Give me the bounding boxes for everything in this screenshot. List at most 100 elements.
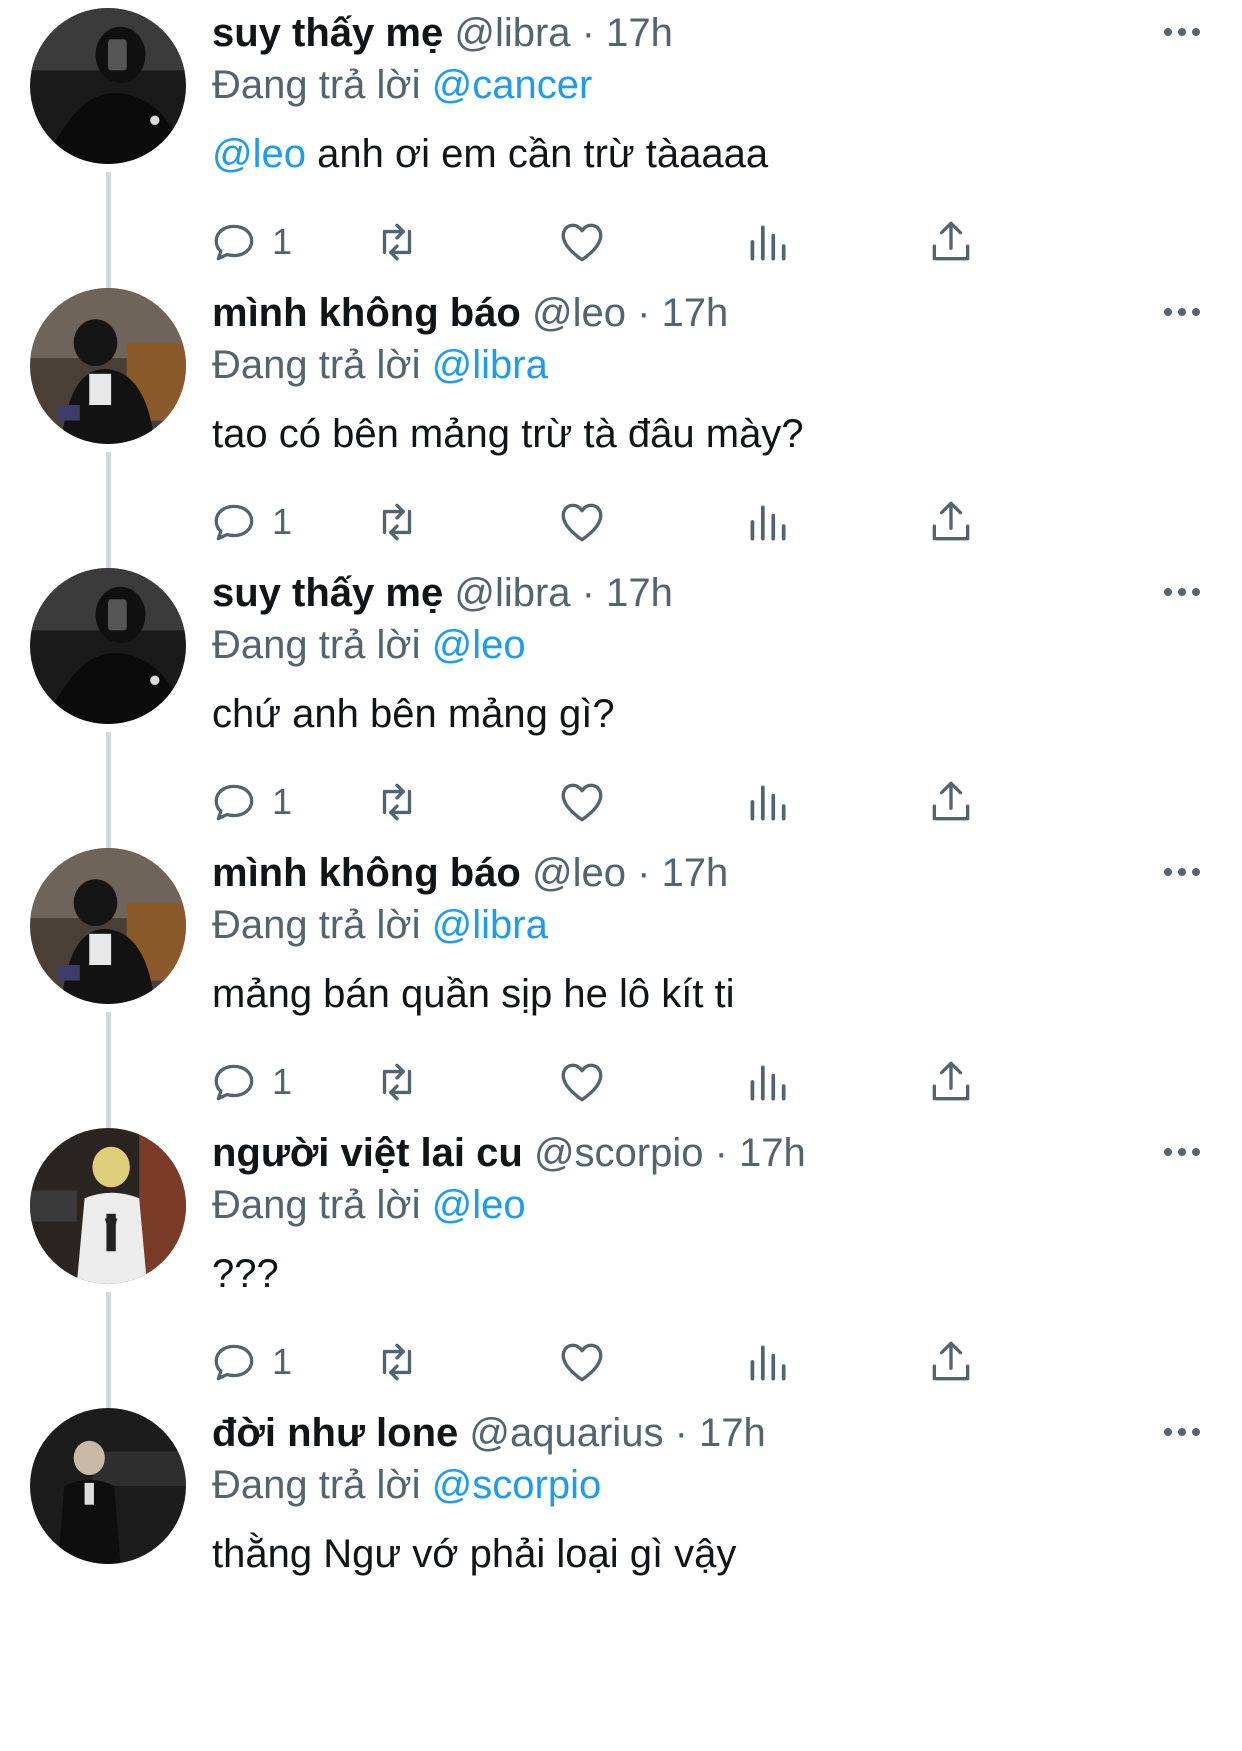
more-dots-icon[interactable] [1160, 18, 1204, 46]
reply-button[interactable]: 1 [210, 776, 292, 828]
display-name[interactable]: mình không báo [212, 851, 521, 895]
tweet[interactable]: mình không báo @leo · 17h Đang trả lời @… [0, 840, 1242, 1160]
more-dots-icon[interactable] [1160, 298, 1204, 326]
replying-to: Đang trả lời @libra [212, 340, 548, 390]
suited-man-avatar-image [30, 1408, 186, 1564]
avatar[interactable] [30, 1128, 186, 1284]
speech-bubble-icon [214, 1344, 254, 1381]
views-button[interactable] [742, 1056, 792, 1108]
replying-to-mention[interactable]: @scorpio [432, 1463, 602, 1507]
heart-icon [561, 223, 603, 262]
username-handle[interactable]: @scorpio [534, 1131, 704, 1175]
display-name[interactable]: đời như lone [212, 1411, 458, 1455]
replying-to-mention[interactable]: @libra [432, 343, 548, 387]
username-handle[interactable]: @libra [454, 571, 570, 615]
tweet-header: suy thấy mẹ @libra · 17h [212, 8, 673, 58]
replying-to-mention[interactable]: @leo [432, 1183, 526, 1227]
avatar[interactable] [30, 848, 186, 1004]
timestamp[interactable]: 17h [739, 1131, 806, 1175]
reply-button[interactable]: 1 [210, 216, 292, 268]
more-dots-icon[interactable] [1160, 858, 1204, 886]
timestamp[interactable]: 17h [699, 1411, 766, 1455]
views-button[interactable] [742, 496, 792, 548]
reply-button[interactable]: 1 [210, 1336, 292, 1388]
avatar[interactable] [30, 288, 186, 444]
share-button[interactable] [926, 1336, 976, 1388]
views-button[interactable] [742, 1336, 792, 1388]
replying-to: Đang trả lời @cancer [212, 60, 592, 110]
timestamp[interactable]: 17h [662, 291, 729, 335]
seated-man-avatar-image [30, 848, 186, 1004]
seated-man-avatar-image [30, 288, 186, 444]
timestamp[interactable]: 17h [606, 571, 673, 615]
avatar[interactable] [30, 1408, 186, 1564]
replying-to-label: Đang trả lời [212, 903, 421, 947]
like-button[interactable] [557, 496, 607, 548]
text-mention[interactable]: @leo [212, 132, 306, 176]
speech-bubble-icon [214, 784, 254, 821]
separator-dot: · [570, 11, 607, 55]
bar-chart-icon [750, 1065, 786, 1101]
replying-to: Đang trả lời @libra [212, 900, 548, 950]
replying-to-mention[interactable]: @leo [432, 623, 526, 667]
display-name[interactable]: mình không báo [212, 291, 521, 335]
display-name[interactable]: suy thấy mẹ [212, 11, 443, 55]
display-name[interactable]: suy thấy mẹ [212, 571, 443, 615]
timestamp[interactable]: 17h [662, 851, 729, 895]
timestamp[interactable]: 17h [606, 11, 673, 55]
avatar[interactable] [30, 8, 186, 164]
retweet-button[interactable] [372, 496, 422, 548]
replying-to-mention[interactable]: @cancer [432, 63, 593, 107]
reply-button[interactable]: 1 [210, 496, 292, 548]
replying-to: Đang trả lời @scorpio [212, 1460, 601, 1510]
replying-to-mention[interactable]: @libra [432, 903, 548, 947]
retweet-button[interactable] [372, 776, 422, 828]
display-name[interactable]: người việt lai cu [212, 1131, 523, 1175]
share-button[interactable] [926, 776, 976, 828]
replying-to-label: Đang trả lời [212, 63, 421, 107]
share-button[interactable] [926, 496, 976, 548]
views-button[interactable] [742, 776, 792, 828]
share-button[interactable] [926, 1056, 976, 1108]
tweet-text: @leo anh ơi em cần trừ tàaaaa [212, 128, 768, 180]
like-button[interactable] [557, 1336, 607, 1388]
more-dots-icon[interactable] [1160, 1418, 1204, 1446]
tweet[interactable]: suy thấy mẹ @libra · 17h Đang trả lời @c… [0, 0, 1242, 320]
retweet-button[interactable] [372, 1336, 422, 1388]
blond-man-avatar-image [30, 1128, 186, 1284]
username-handle[interactable]: @leo [532, 291, 626, 335]
views-button[interactable] [742, 216, 792, 268]
retweet-button[interactable] [372, 1056, 422, 1108]
tweet-text: chứ anh bên mảng gì? [212, 688, 615, 740]
tweet[interactable]: người việt lai cu @scorpio · 17h Đang tr… [0, 1120, 1242, 1440]
tweet[interactable]: mình không báo @leo · 17h Đang trả lời @… [0, 280, 1242, 600]
reply-button[interactable]: 1 [210, 1056, 292, 1108]
avatar[interactable] [30, 568, 186, 724]
reply-count: 1 [272, 781, 293, 822]
bar-chart-icon [750, 1345, 786, 1381]
tweet[interactable]: đời như lone @aquarius · 17h Đang trả lờ… [0, 1400, 1242, 1751]
tweet-text: thằng Ngư vớ phải loại gì vậy [212, 1528, 736, 1580]
more-dots-icon[interactable] [1160, 578, 1204, 606]
replying-to-label: Đang trả lời [212, 623, 421, 667]
username-handle[interactable]: @libra [454, 11, 570, 55]
reply-count: 1 [272, 501, 293, 542]
retweet-button[interactable] [372, 216, 422, 268]
like-button[interactable] [557, 216, 607, 268]
share-upload-icon [932, 781, 970, 821]
like-button[interactable] [557, 1056, 607, 1108]
share-button[interactable] [926, 216, 976, 268]
like-button[interactable] [557, 776, 607, 828]
tweet-text: mảng bán quần sịp he lô kít ti [212, 968, 735, 1020]
reply-count: 1 [272, 1061, 293, 1102]
username-handle[interactable]: @aquarius [469, 1411, 663, 1455]
tweet-header: người việt lai cu @scorpio · 17h [212, 1128, 806, 1178]
tweet[interactable]: suy thấy mẹ @libra · 17h Đang trả lời @l… [0, 560, 1242, 880]
text-content: chứ anh bên mảng gì? [212, 692, 615, 736]
bar-chart-icon [750, 505, 786, 541]
username-handle[interactable]: @leo [532, 851, 626, 895]
retweet-arrows-icon [382, 1063, 412, 1101]
reply-count: 1 [272, 221, 293, 262]
more-dots-icon[interactable] [1160, 1138, 1204, 1166]
separator-dot: · [663, 1411, 699, 1455]
